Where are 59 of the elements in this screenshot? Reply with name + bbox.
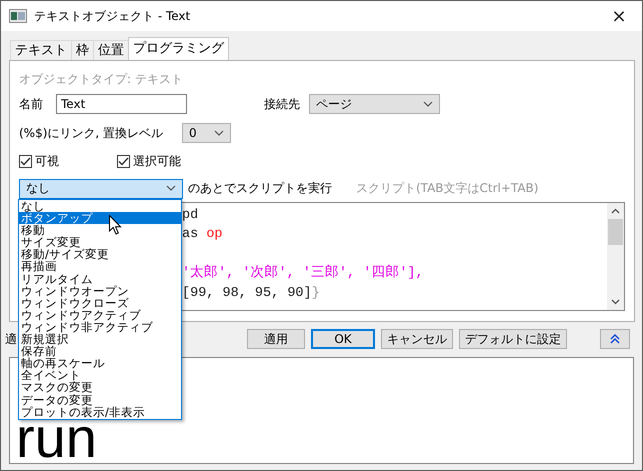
checkbox[interactable] bbox=[117, 154, 130, 168]
script-hint-label: スクリプト(TAB文字はCtrl+TAB) bbox=[356, 180, 538, 197]
dropdown-item[interactable]: ウィンドウ非アクティブ bbox=[19, 320, 181, 334]
dialog-button[interactable]: デフォルトに設定 bbox=[459, 329, 567, 349]
run-script-label: のあとでスクリプトを実行 bbox=[188, 180, 332, 197]
dropdown-item[interactable]: 再描画 bbox=[19, 260, 181, 273]
collapse-button[interactable] bbox=[600, 329, 630, 349]
code-line: [99, 98, 95, 90]} bbox=[182, 286, 320, 301]
dropdown-item[interactable]: データの変更 bbox=[19, 394, 181, 406]
tab[interactable]: プログラミング bbox=[128, 37, 229, 60]
caret-icon bbox=[214, 130, 224, 136]
code-line: pd bbox=[182, 208, 198, 223]
scroll-thumb[interactable] bbox=[608, 219, 623, 245]
dropdown-item[interactable]: 保存前 bbox=[19, 345, 181, 358]
dropdown-item[interactable]: 移動/サイズ変更 bbox=[19, 248, 181, 260]
scroll-down-icon bbox=[611, 299, 620, 305]
dropdown-item[interactable]: ウィンドウクローズ bbox=[19, 296, 181, 309]
object-type-label: オブジェクトタイプ: テキスト bbox=[19, 71, 184, 88]
scrollbar[interactable] bbox=[607, 203, 624, 310]
dropdown-item[interactable]: なし bbox=[19, 200, 181, 212]
code-line: '太郎', '次郎', '三郎', '四郎'], bbox=[182, 266, 424, 282]
dropdown-item[interactable]: リアルタイム bbox=[19, 272, 181, 285]
dropdown-item[interactable]: ウィンドウオープン bbox=[19, 284, 181, 297]
dropdown-item[interactable]: ボタンアップ bbox=[19, 212, 181, 224]
connect-label: 接続先 bbox=[264, 96, 301, 112]
trigger-dropdown[interactable]: なし bbox=[19, 178, 183, 198]
check-icon bbox=[20, 156, 31, 166]
check-icon bbox=[118, 156, 129, 166]
checkbox-label: 可視 bbox=[35, 152, 59, 170]
preview-text: run bbox=[16, 418, 97, 458]
dropdown-item[interactable]: ウィンドウアクティブ bbox=[19, 308, 181, 321]
scroll-up-icon bbox=[611, 208, 620, 214]
name-field[interactable]: Text bbox=[56, 94, 187, 114]
caret-icon bbox=[423, 100, 433, 108]
dropdown-item[interactable]: マスクの変更 bbox=[19, 381, 181, 394]
level-dropdown[interactable]: 0 bbox=[182, 123, 231, 143]
dropdown-item[interactable]: サイズ変更 bbox=[19, 236, 181, 248]
code-line: as op bbox=[182, 227, 223, 242]
window-title: テキストオブジェクト - Text bbox=[34, 8, 190, 24]
dropdown-item[interactable]: 移動 bbox=[19, 224, 181, 236]
caret-icon bbox=[166, 185, 176, 192]
link-level-label: (%$)にリンク, 置換レベル bbox=[19, 124, 164, 142]
dropdown-item[interactable]: プロットの表示/非表示 bbox=[19, 406, 181, 418]
mouse-cursor-icon bbox=[109, 215, 122, 235]
dropdown-item[interactable]: 全イベント bbox=[19, 369, 181, 382]
app-icon bbox=[9, 9, 27, 23]
dropdown-item[interactable]: 新規選択 bbox=[19, 333, 181, 346]
tab[interactable]: テキスト bbox=[10, 40, 72, 60]
close-button[interactable]: × bbox=[596, 1, 642, 31]
checkbox[interactable] bbox=[19, 154, 32, 168]
dialog-button[interactable]: キャンセル bbox=[381, 329, 453, 349]
apply-label: 適 bbox=[5, 330, 17, 348]
dialog-button[interactable]: OK bbox=[311, 329, 375, 349]
dialog-button[interactable]: 適用 bbox=[247, 329, 305, 349]
name-label: 名前 bbox=[19, 96, 44, 112]
connect-dropdown[interactable]: ページ bbox=[309, 94, 440, 114]
checkbox-label: 選択可能 bbox=[133, 152, 181, 170]
dropdown-item[interactable]: 軸の再スケール bbox=[19, 357, 181, 370]
double-chevron-up-icon bbox=[610, 334, 620, 344]
